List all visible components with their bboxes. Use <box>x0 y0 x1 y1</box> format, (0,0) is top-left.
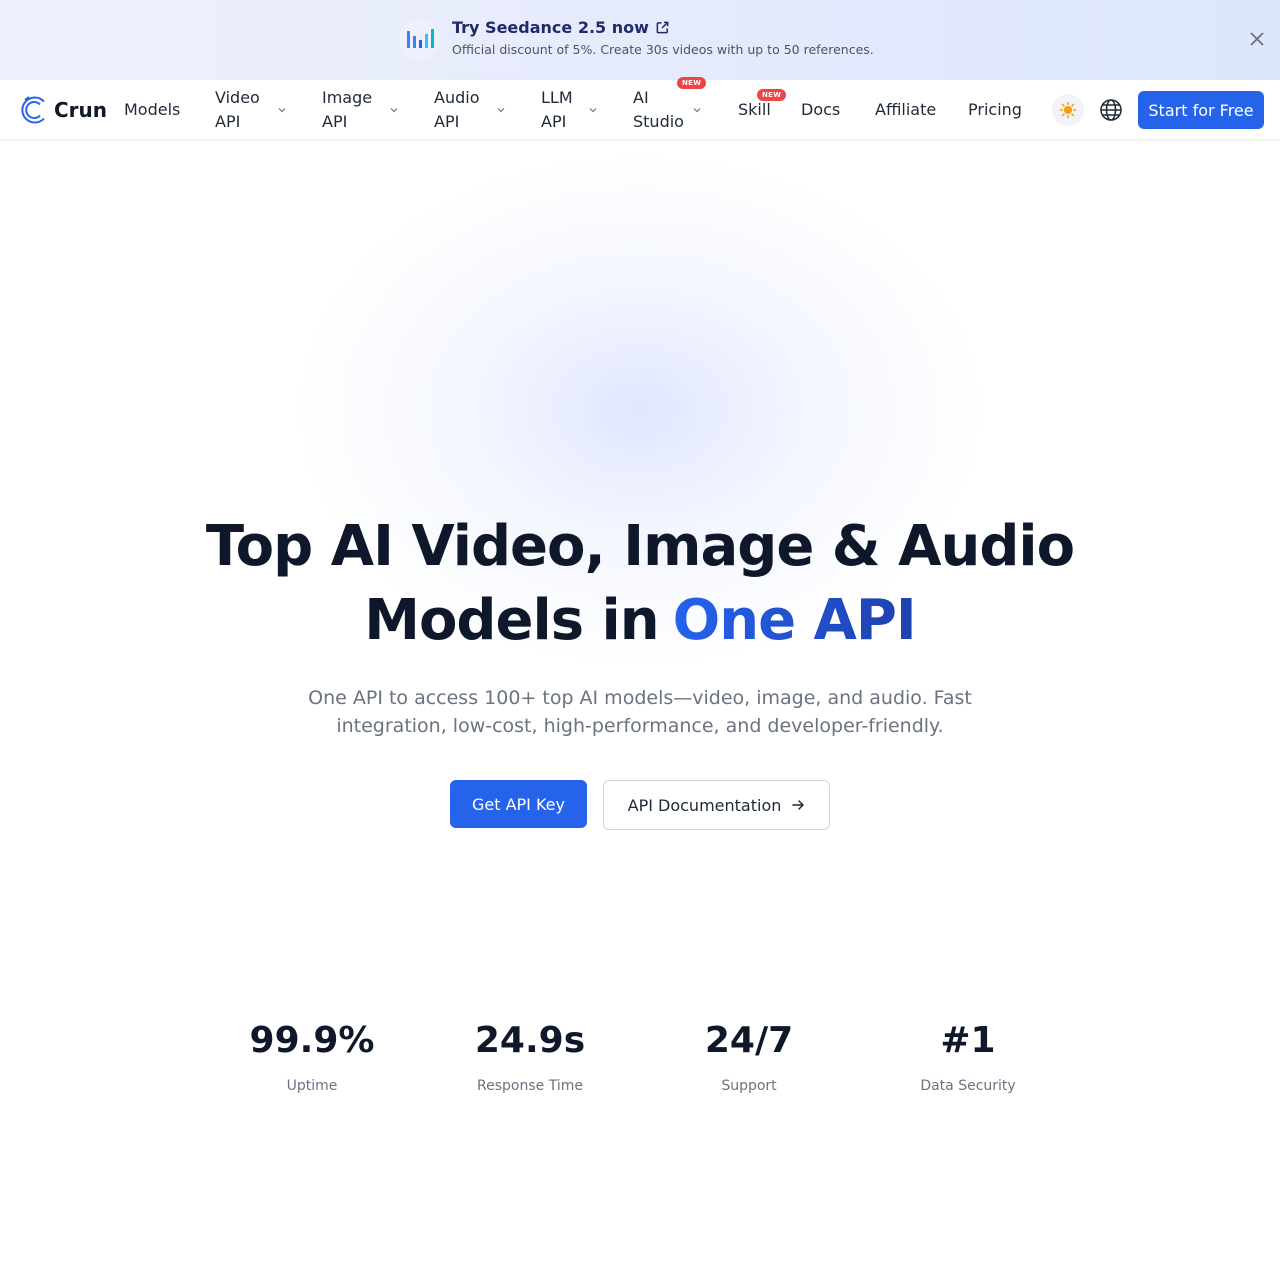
arrow-right-icon <box>791 798 805 812</box>
external-link-icon <box>655 20 670 35</box>
stat-label: Response Time <box>477 1078 583 1094</box>
stat-value: #1 <box>940 1020 996 1061</box>
chevron-down-icon[interactable] <box>495 104 507 116</box>
hero-title: Top AI Video, Image & Audio Models in One… <box>0 510 1280 658</box>
logo-text: Crun <box>54 98 108 122</box>
stat-uptime: 99.9% Uptime <box>202 1018 422 1094</box>
stat-value: 24.9s <box>474 1020 586 1061</box>
nav-audio-api[interactable]: Audio API <box>434 86 479 134</box>
chevron-down-icon[interactable] <box>388 104 400 116</box>
nav-docs[interactable]: Docs <box>801 98 840 122</box>
close-icon[interactable] <box>1246 28 1268 50</box>
hero-title-accent: One API <box>672 588 917 653</box>
promo-banner: Try Seedance 2.5 now Official discount o… <box>0 0 1280 80</box>
stat-label: Support <box>721 1078 777 1094</box>
nav-video-api[interactable]: Video API <box>215 86 260 134</box>
nav-image-api-label-2: API <box>322 112 348 131</box>
nav-image-api-label-1: Image <box>322 88 373 107</box>
nav-audio-api-label-2: API <box>434 112 460 131</box>
nav-models[interactable]: Models <box>124 98 180 122</box>
stat-value: 24/7 <box>704 1020 794 1061</box>
banner-subtitle: Official discount of 5%. Create 30s vide… <box>452 42 874 57</box>
globe-icon <box>1100 99 1122 121</box>
api-documentation-label: API Documentation <box>627 795 782 815</box>
nav-ai-studio-label-1: AI <box>633 88 649 107</box>
stat-label: Data Security <box>920 1078 1016 1094</box>
start-for-free-button[interactable]: Start for Free <box>1138 91 1264 129</box>
hero-subtitle: One API to access 100+ top AI models—vid… <box>308 687 972 737</box>
stat-label: Uptime <box>286 1078 338 1094</box>
chevron-down-icon[interactable] <box>587 104 599 116</box>
stat-data-security: #1 Data Security <box>858 1018 1078 1094</box>
stat-support: 24/7 Support <box>639 1018 859 1094</box>
chevron-down-icon[interactable] <box>691 104 703 116</box>
nav-pricing[interactable]: Pricing <box>968 98 1022 122</box>
get-api-key-button[interactable]: Get API Key <box>450 780 587 828</box>
nav-affiliate[interactable]: Affiliate <box>875 98 936 122</box>
new-badge: NEW <box>757 89 787 101</box>
banner-link[interactable]: Try Seedance 2.5 now <box>452 18 670 37</box>
nav-ai-studio-label-2: Studio <box>633 112 684 131</box>
hero-title-line-2: Models in One API <box>0 584 1280 658</box>
sun-icon <box>1059 101 1077 119</box>
theme-toggle-button[interactable] <box>1052 94 1084 126</box>
nav-video-api-label-1: Video <box>215 88 260 107</box>
new-badge: NEW <box>677 77 707 89</box>
nav-llm-api[interactable]: LLM API <box>541 86 573 134</box>
api-documentation-button[interactable]: API Documentation <box>603 780 830 830</box>
nav-llm-api-label-1: LLM <box>541 88 573 107</box>
nav-image-api[interactable]: Image API <box>322 86 372 134</box>
logo[interactable]: Crun <box>20 94 107 126</box>
nav-ai-studio[interactable]: AI Studio <box>633 86 684 134</box>
chevron-down-icon[interactable] <box>276 104 288 116</box>
hero-title-line-2-text: Models in <box>364 588 659 653</box>
navbar: Crun Models Video API Image API Audio AP… <box>0 77 1280 140</box>
bar-chart-icon <box>400 20 440 60</box>
nav-audio-api-label-1: Audio <box>434 88 480 107</box>
stat-value: 99.9% <box>249 1020 375 1061</box>
nav-skill[interactable]: Skill <box>738 98 771 122</box>
nav-llm-api-label-2: API <box>541 112 567 131</box>
banner-title: Try Seedance 2.5 now <box>452 18 649 37</box>
stat-response-time: 24.9s Response Time <box>420 1018 640 1094</box>
nav-video-api-label-2: API <box>215 112 241 131</box>
crun-logo-icon <box>21 96 45 124</box>
language-button[interactable] <box>1098 97 1124 123</box>
hero-title-line-1: Top AI Video, Image & Audio <box>205 514 1075 579</box>
